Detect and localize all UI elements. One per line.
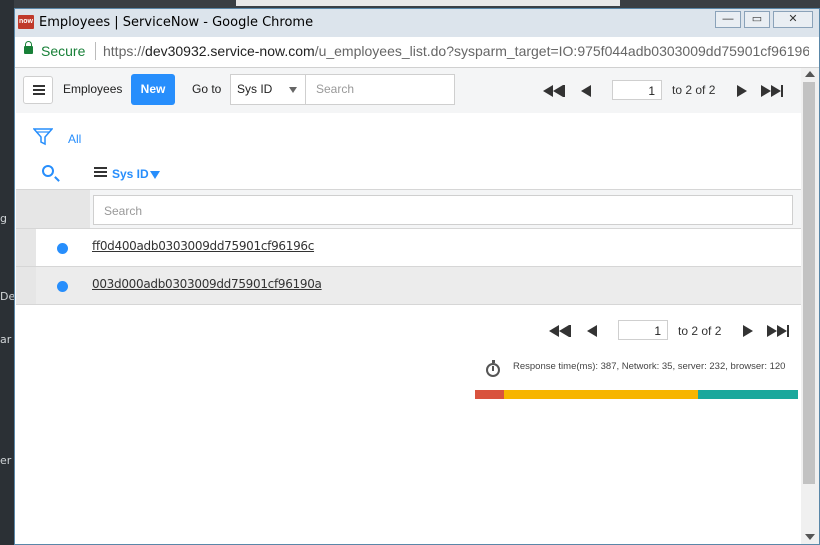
background-text: ar xyxy=(0,333,12,346)
last-page-button[interactable] xyxy=(767,324,789,338)
hamburger-icon-line xyxy=(33,93,45,95)
maximize-button[interactable]: ▭ xyxy=(744,11,770,28)
column-header-sys-id[interactable]: Sys ID xyxy=(112,167,149,181)
lock-icon xyxy=(24,41,33,54)
first-page-icon xyxy=(543,85,553,97)
goto-label: Go to xyxy=(192,82,222,96)
new-button[interactable]: New xyxy=(131,74,175,105)
list-menu-button[interactable] xyxy=(23,76,53,104)
caret-down-icon xyxy=(289,87,297,93)
record-info-icon[interactable] xyxy=(57,243,68,254)
page-number-input[interactable]: 1 xyxy=(618,320,668,340)
first-page-icon xyxy=(559,325,569,337)
first-page-button[interactable] xyxy=(549,324,571,338)
next-page-button[interactable] xyxy=(737,84,747,98)
goto-search-input[interactable]: Search xyxy=(305,74,455,105)
last-page-icon xyxy=(767,325,777,337)
minimize-button[interactable]: — xyxy=(715,11,741,28)
stopwatch-icon xyxy=(486,360,500,377)
browser-time-segment xyxy=(698,390,798,399)
scroll-down-icon[interactable] xyxy=(805,534,815,540)
row-gutter xyxy=(16,190,90,228)
last-page-icon xyxy=(761,85,771,97)
sys-id-link[interactable]: ff0d400adb0303009dd75901cf96196c xyxy=(92,239,314,253)
hamburger-icon-line xyxy=(33,85,45,87)
page-range-label: to 2 of 2 xyxy=(672,83,716,97)
url-path: /u_employees_list.do?sysparm_target=IO:9… xyxy=(314,43,809,59)
servicenow-favicon-icon: now xyxy=(18,15,34,29)
server-time-segment xyxy=(504,390,698,399)
previous-page-button[interactable] xyxy=(581,84,591,98)
filter-funnel-icon[interactable] xyxy=(32,127,54,152)
last-page-button[interactable] xyxy=(761,84,783,98)
browser-window: now Employees | ServiceNow - Google Chro… xyxy=(14,8,820,545)
last-page-icon xyxy=(771,85,781,97)
address-separator xyxy=(95,42,96,60)
first-page-button[interactable] xyxy=(543,84,565,98)
url-scheme: https:// xyxy=(103,43,146,59)
secure-label[interactable]: Secure xyxy=(41,43,85,59)
sys-id-link[interactable]: 003d000adb0303009dd75901cf96190a xyxy=(92,277,322,291)
background-text: er xyxy=(0,454,12,467)
row-gutter xyxy=(16,229,36,266)
page-number-input[interactable]: 1 xyxy=(612,80,662,100)
title-bar[interactable]: now Employees | ServiceNow - Google Chro… xyxy=(15,9,819,37)
background-text: g xyxy=(0,212,7,225)
scroll-up-icon[interactable] xyxy=(805,71,815,77)
url-text[interactable]: https://dev30932.service-now.com/u_emplo… xyxy=(103,43,809,59)
previous-page-button[interactable] xyxy=(587,324,597,338)
column-header-row: Sys ID xyxy=(16,156,801,190)
hamburger-icon-line xyxy=(33,89,45,91)
close-button[interactable]: ✕ xyxy=(773,11,813,28)
search-icon[interactable] xyxy=(42,165,54,177)
network-time-segment xyxy=(475,390,504,399)
response-time-bar xyxy=(475,390,798,399)
sort-down-icon[interactable] xyxy=(150,171,160,179)
scrollbar-thumb[interactable] xyxy=(803,82,815,484)
first-page-icon xyxy=(563,85,565,97)
row-gutter xyxy=(16,267,36,304)
column-search-input[interactable]: Search xyxy=(93,195,793,225)
background-text: De xyxy=(0,290,16,303)
last-page-icon xyxy=(777,325,787,337)
window-title: Employees | ServiceNow - Google Chrome xyxy=(39,15,314,30)
list-header: Employees New Go to Sys ID Search 1 to 2… xyxy=(16,68,801,114)
next-page-button[interactable] xyxy=(743,324,753,338)
address-bar[interactable]: Secure https://dev30932.service-now.com/… xyxy=(15,37,819,68)
column-search-row: Search xyxy=(16,190,801,229)
table-row: ff0d400adb0303009dd75901cf96196c xyxy=(16,229,801,267)
vertical-scrollbar[interactable] xyxy=(801,68,819,544)
first-page-icon xyxy=(549,325,559,337)
first-page-icon xyxy=(553,85,563,97)
record-info-icon[interactable] xyxy=(57,281,68,292)
filter-breadcrumb-row: All xyxy=(16,113,801,155)
column-menu-icon[interactable] xyxy=(94,167,107,179)
last-page-icon xyxy=(781,85,783,97)
last-page-icon xyxy=(787,325,789,337)
previous-page-icon xyxy=(587,325,597,337)
next-page-icon xyxy=(737,85,747,97)
next-page-icon xyxy=(743,325,753,337)
first-page-icon xyxy=(569,325,571,337)
url-host: dev30932.service-now.com xyxy=(145,43,315,59)
response-time-text: Response time(ms): 387, Network: 35, ser… xyxy=(513,361,786,372)
goto-field-value: Sys ID xyxy=(237,82,273,96)
previous-page-icon xyxy=(581,85,591,97)
goto-field-select[interactable]: Sys ID xyxy=(230,74,306,105)
list-title: Employees xyxy=(63,82,123,96)
background-window-edge xyxy=(236,0,620,6)
page-range-label: to 2 of 2 xyxy=(678,324,722,338)
page-content: Employees New Go to Sys ID Search 1 to 2… xyxy=(16,68,801,544)
table-row: 003d000adb0303009dd75901cf96190a xyxy=(16,267,801,305)
breadcrumb-all-link[interactable]: All xyxy=(68,132,81,146)
